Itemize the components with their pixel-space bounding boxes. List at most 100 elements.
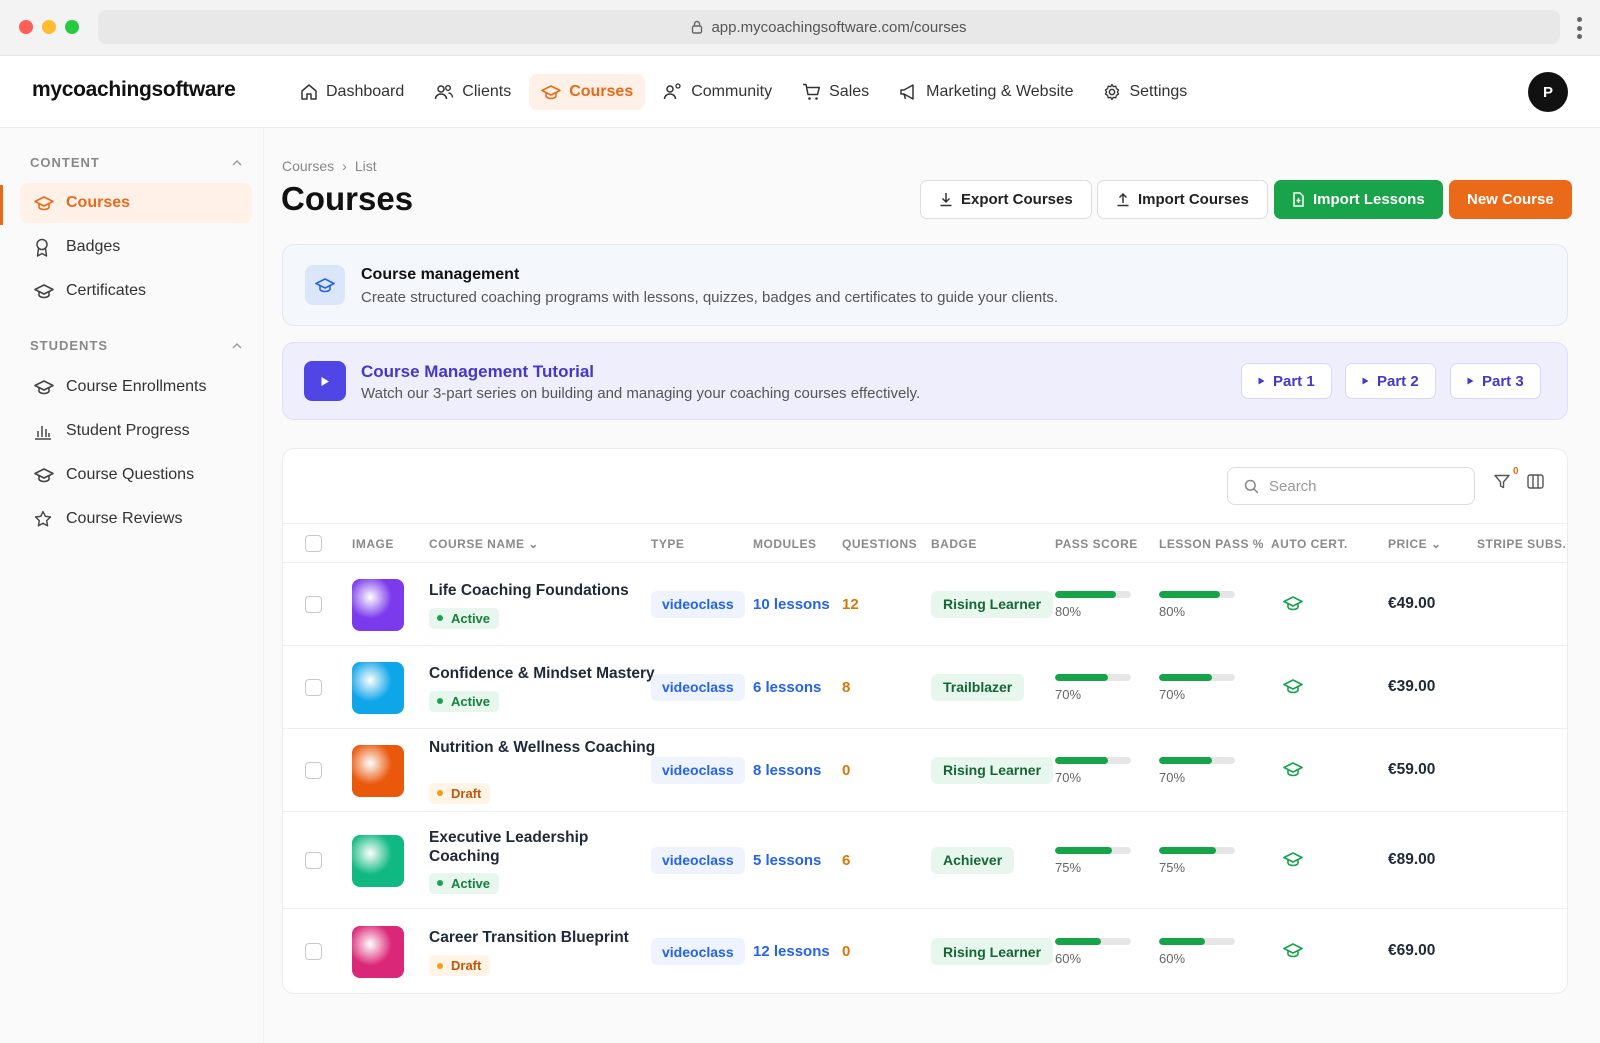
pass-score-bar xyxy=(1055,846,1131,854)
minimize-window-button[interactable] xyxy=(42,20,56,34)
chevron-up-icon[interactable] xyxy=(232,342,242,349)
nav-sales[interactable]: Sales xyxy=(790,74,881,110)
sort-icon[interactable]: ⌄ xyxy=(528,537,539,551)
pass-score-bar xyxy=(1055,756,1131,764)
breadcrumb-separator: › xyxy=(342,158,347,174)
course-thumbnail[interactable] xyxy=(352,578,404,631)
close-window-button[interactable] xyxy=(19,20,33,34)
export-courses-button[interactable]: Export Courses xyxy=(920,180,1092,219)
sidebar-item-course-questions[interactable]: Course Questions xyxy=(20,455,252,495)
row-checkbox[interactable] xyxy=(305,943,322,960)
table-row[interactable]: Confidence & Mindset Mastery Active vide… xyxy=(283,646,1567,729)
sort-icon[interactable]: ⌄ xyxy=(1431,537,1442,551)
nav-courses[interactable]: Courses xyxy=(529,74,646,110)
nav-label: Courses xyxy=(569,83,634,100)
breadcrumb-courses[interactable]: Courses xyxy=(282,158,334,174)
button-label: Import Lessons xyxy=(1313,191,1425,208)
select-all-checkbox[interactable] xyxy=(305,535,322,552)
row-checkbox[interactable] xyxy=(305,761,322,779)
column-course-name[interactable]: COURSE NAME ⌄ xyxy=(429,537,539,551)
play-icon xyxy=(1467,377,1474,385)
sidebar-item-student-progress[interactable]: Student Progress xyxy=(20,411,252,451)
pass-score-fill xyxy=(1055,673,1109,681)
modules-link[interactable]: 6 lessons xyxy=(753,679,821,696)
course-thumbnail[interactable] xyxy=(352,661,404,714)
course-name[interactable]: Nutrition & Wellness Coaching xyxy=(429,738,659,757)
table-row[interactable]: Executive Leadership Coaching Active vid… xyxy=(283,812,1567,909)
modules-link[interactable]: 5 lessons xyxy=(753,852,821,869)
lesson-pass-value: 70% xyxy=(1159,686,1186,702)
sidebar-item-course-reviews[interactable]: Course Reviews xyxy=(20,499,252,539)
pass-score-bar xyxy=(1055,673,1131,681)
tutorial-part-1-button[interactable]: Part 1 xyxy=(1241,363,1332,399)
new-course-button[interactable]: New Course xyxy=(1449,180,1572,219)
breadcrumb-list: List xyxy=(354,158,377,174)
nav-clients[interactable]: Clients xyxy=(422,74,523,110)
graduation-cap-icon xyxy=(34,195,54,211)
course-thumbnail[interactable] xyxy=(352,926,404,978)
table-row[interactable]: Career Transition Blueprint Draft videoc… xyxy=(283,909,1567,993)
chevron-up-icon[interactable] xyxy=(232,159,242,166)
sidebar-item-label: Course Reviews xyxy=(66,510,183,527)
modules-link[interactable]: 12 lessons xyxy=(753,943,830,960)
search-input[interactable]: Search xyxy=(1227,467,1475,505)
course-name[interactable]: Confidence & Mindset Mastery xyxy=(429,664,659,683)
course-price: €89.00 xyxy=(1388,850,1436,868)
pass-score-value: 70% xyxy=(1055,686,1082,702)
nav-community[interactable]: Community xyxy=(651,74,784,110)
nav-marketing-and-website[interactable]: Marketing & Website xyxy=(887,74,1085,110)
type-pill[interactable]: videoclass xyxy=(651,846,745,874)
type-pill[interactable]: videoclass xyxy=(651,673,745,701)
tutorial-part-3-button[interactable]: Part 3 xyxy=(1450,363,1541,399)
row-checkbox[interactable] xyxy=(305,678,322,696)
course-name[interactable]: Career Transition Blueprint xyxy=(429,928,659,947)
modules-link[interactable]: 8 lessons xyxy=(753,762,821,779)
sidebar-item-certificates[interactable]: Certificates xyxy=(20,271,252,311)
course-thumbnail[interactable] xyxy=(352,744,404,797)
questions-count: 0 xyxy=(842,943,851,960)
course-management-info: Course management Create structured coac… xyxy=(282,244,1568,326)
type-pill[interactable]: videoclass xyxy=(651,756,745,784)
play-icon[interactable] xyxy=(304,361,346,401)
user-avatar[interactable]: P xyxy=(1528,72,1568,112)
browser-menu-icon[interactable] xyxy=(1576,17,1582,39)
table-row[interactable]: Nutrition & Wellness Coaching Draft vide… xyxy=(283,729,1567,812)
columns-icon[interactable] xyxy=(1527,474,1544,489)
nav-settings[interactable]: Settings xyxy=(1091,74,1199,110)
course-name[interactable]: Life Coaching Foundations xyxy=(429,581,659,600)
import-courses-button[interactable]: Import Courses xyxy=(1097,180,1268,219)
row-checkbox[interactable] xyxy=(305,851,322,869)
nav-label: Sales xyxy=(829,83,870,100)
bar-chart-icon xyxy=(34,423,54,440)
nav-label: Clients xyxy=(462,83,512,100)
type-pill[interactable]: videoclass xyxy=(651,938,745,965)
course-thumbnail[interactable] xyxy=(352,834,404,887)
graduation-cap-icon xyxy=(1283,595,1303,611)
table-row[interactable]: Life Coaching Foundations Active videocl… xyxy=(283,563,1567,646)
course-name[interactable]: Executive Leadership Coaching xyxy=(429,828,659,866)
sidebar-item-course-enrollments[interactable]: Course Enrollments xyxy=(20,367,252,407)
row-checkbox[interactable] xyxy=(305,595,322,613)
modules-link[interactable]: 10 lessons xyxy=(753,596,830,613)
address-bar[interactable]: app.mycoachingsoftware.com/courses xyxy=(98,10,1560,44)
nav-label: Dashboard xyxy=(326,83,405,100)
sidebar-section-content[interactable]: CONTENT xyxy=(30,155,242,170)
lesson-pass-fill xyxy=(1159,938,1205,945)
star-icon xyxy=(34,510,54,528)
filter-icon[interactable] xyxy=(1494,474,1510,489)
app-logo[interactable]: mycoachingsoftware xyxy=(32,78,236,102)
sidebar-section-students[interactable]: STUDENTS xyxy=(30,338,242,353)
type-pill[interactable]: videoclass xyxy=(651,590,745,618)
breadcrumb: Courses › List xyxy=(282,158,377,174)
column-stripe-subs: STRIPE SUBS. xyxy=(1477,537,1567,551)
pass-score-bar xyxy=(1055,590,1131,598)
sidebar-item-courses[interactable]: Courses xyxy=(20,183,252,223)
import-lessons-button[interactable]: Import Lessons xyxy=(1274,180,1443,219)
column-price[interactable]: PRICE ⌄ xyxy=(1388,537,1442,551)
badge-pill: Trailblazer xyxy=(931,673,1025,701)
graduation-cap-icon xyxy=(1283,942,1303,958)
maximize-window-button[interactable] xyxy=(65,20,79,34)
sidebar-item-badges[interactable]: Badges xyxy=(20,227,252,267)
tutorial-part-2-button[interactable]: Part 2 xyxy=(1345,363,1436,399)
nav-dashboard[interactable]: Dashboard xyxy=(288,74,416,110)
